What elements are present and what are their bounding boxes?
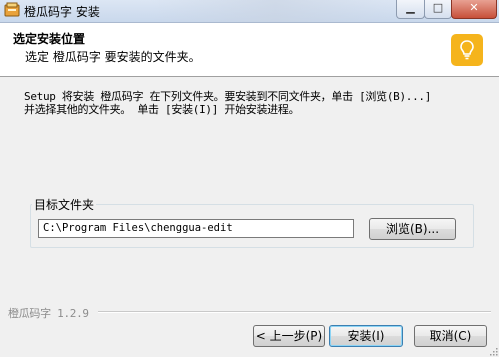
title-bar-shading — [150, 0, 400, 22]
maximize-button[interactable]: □ — [424, 0, 452, 19]
title-bar[interactable]: 橙瓜码字 安装 ▁ □ ✕ — [0, 0, 499, 23]
minimize-icon: ▁ — [406, 1, 415, 14]
divider-line — [98, 311, 491, 313]
destination-path-input[interactable]: C:\Program Files\chenggua-edit — [38, 219, 354, 238]
header-badge — [451, 34, 483, 66]
window-title: 橙瓜码字 安装 — [24, 5, 100, 19]
intro-line-1: Setup 将安装 橙瓜码字 在下列文件夹。要安装到不同文件夹，单击 [浏览(B… — [24, 90, 432, 103]
intro-line-2: 并选择其他的文件夹。 单击 [安装(I)] 开始安装进程。 — [24, 103, 300, 116]
installer-app-icon — [4, 2, 20, 17]
back-button[interactable]: < 上一步(P) — [253, 325, 325, 347]
destination-folder-label: 目标文件夹 — [32, 196, 97, 213]
page-subtitle: 选定 橙瓜码字 要安装的文件夹。 — [25, 50, 201, 64]
maximize-icon: □ — [432, 1, 444, 14]
cancel-button[interactable]: 取消(C) — [414, 325, 487, 347]
browse-button[interactable]: 浏览(B)... — [369, 218, 456, 240]
resize-grip-icon[interactable] — [488, 346, 498, 356]
lightbulb-icon — [460, 40, 474, 60]
close-button[interactable]: ✕ — [451, 0, 497, 19]
close-icon: ✕ — [469, 1, 479, 14]
footer-divider: 橙瓜码字 1.2.9 — [0, 305, 499, 321]
intro-text: Setup 将安装 橙瓜码字 在下列文件夹。要安装到不同文件夹，单击 [浏览(B… — [24, 90, 484, 116]
wizard-header: 选定安装位置 选定 橙瓜码字 要安装的文件夹。 — [0, 23, 499, 77]
install-button[interactable]: 安装(I) — [329, 325, 403, 347]
minimize-button[interactable]: ▁ — [396, 0, 425, 19]
page-title: 选定安装位置 — [13, 32, 86, 46]
version-label: 橙瓜码字 1.2.9 — [8, 305, 93, 321]
